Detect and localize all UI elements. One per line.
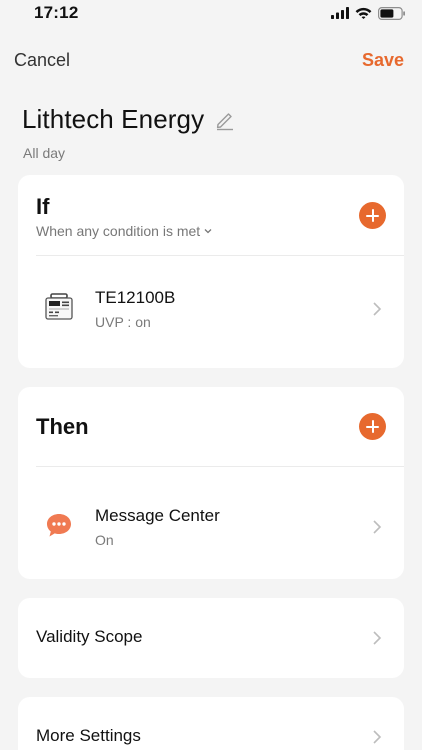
chevron-right-icon: [373, 302, 382, 316]
divider: [36, 255, 404, 256]
validity-scope-label: Validity Scope: [36, 627, 143, 646]
battery-icon: [378, 6, 405, 20]
then-section-title: Then: [36, 414, 89, 439]
condition-mode-dropdown[interactable]: When any condition is met: [36, 223, 212, 239]
add-condition-button[interactable]: [359, 202, 386, 229]
edit-pencil-icon[interactable]: [214, 109, 236, 131]
chevron-down-icon: [204, 229, 212, 234]
then-card: Then Message Center On: [18, 387, 404, 579]
scene-schedule[interactable]: All day: [23, 145, 65, 161]
more-settings-label: More Settings: [36, 726, 141, 745]
if-card: If When any condition is met TE12100B UV…: [18, 175, 404, 368]
action-name: Message Center: [95, 506, 220, 525]
if-section-title: If: [36, 194, 50, 219]
signal-icon: [331, 7, 349, 19]
chevron-right-icon: [373, 631, 382, 645]
chevron-right-icon: [373, 520, 382, 534]
condition-mode-label: When any condition is met: [36, 223, 201, 239]
validity-scope-row[interactable]: Validity Scope: [18, 598, 404, 678]
status-bar: 17:12: [0, 0, 422, 26]
chevron-right-icon: [373, 730, 382, 744]
action-state: On: [95, 532, 114, 548]
more-settings-row[interactable]: More Settings: [18, 697, 404, 750]
condition-device-name: TE12100B: [95, 288, 176, 307]
wifi-icon: [355, 7, 372, 19]
status-icons: [331, 5, 406, 21]
scene-title: Lithtech Energy: [22, 104, 205, 134]
add-action-button[interactable]: [359, 413, 386, 440]
status-time: 17:12: [34, 3, 79, 22]
action-row[interactable]: Message Center On: [18, 482, 404, 572]
divider: [36, 466, 404, 467]
scene-editor-page: 17:12 Cancel Save Lithtech Energy All da…: [0, 0, 422, 750]
message-bubble-icon: [47, 514, 71, 537]
battery-device-icon: [45, 293, 73, 320]
save-button[interactable]: Save: [362, 50, 404, 71]
cancel-button[interactable]: Cancel: [14, 50, 70, 71]
scene-title-row: Lithtech Energy: [22, 104, 236, 135]
condition-row[interactable]: TE12100B UVP : on: [18, 264, 404, 354]
condition-state: UVP : on: [95, 314, 151, 330]
